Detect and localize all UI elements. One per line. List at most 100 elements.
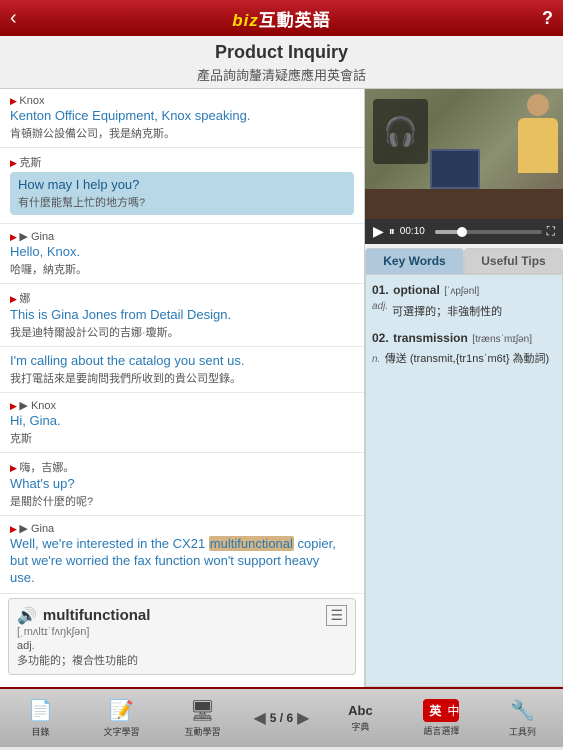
dialogue-item-3: ▶ Gina Hello, Knox. 哈囉，納克斯。 <box>0 224 364 284</box>
left-panel: Knox Kenton Office Equipment, Knox speak… <box>0 89 365 687</box>
kw-item-2: 02. transmission [trænsˈmɪʃən] n. 傳送 (tr… <box>372 329 556 367</box>
word-popup[interactable]: 🔊 multifunctional ☰ [ˌmʌltɪˈfʌŋkʃən] adj… <box>8 598 356 675</box>
nav-label-dict: 字典 <box>351 720 369 733</box>
zh-line: 有什麼能幫上忙的地方嗎? <box>18 194 346 210</box>
top-bar: ‹ biz互動英語 ? <box>0 0 563 36</box>
person-body <box>518 118 558 173</box>
nav-item-text-learning[interactable]: 📝 文字學習 <box>91 698 151 738</box>
dialogue-item-4: 娜 This is Gina Jones from Detail Design.… <box>0 284 364 347</box>
speaker-label: 克斯 <box>10 154 354 170</box>
bottom-nav: 📄 目錄 📝 文字學習 🖥 互動學習 ◀ 5 / 6 ▶ Abc 字典 英 中 … <box>0 687 563 747</box>
text-learning-icon: 📝 <box>109 698 134 723</box>
speaker-label: 嗨，吉娜。 <box>10 459 354 475</box>
fullscreen-button[interactable]: ⛶ <box>547 224 555 239</box>
page-counter: ◀ 5 / 6 ▶ <box>253 708 309 728</box>
kw-word[interactable]: transmission <box>393 331 468 345</box>
en-line[interactable]: I'm calling about the catalog you sent u… <box>10 353 354 368</box>
en-line[interactable]: How may I help you? <box>18 177 346 192</box>
tab-keywords[interactable]: Key Words <box>365 248 464 274</box>
dict-icon: Abc <box>348 703 373 718</box>
video-headset: 🎧 <box>373 99 428 164</box>
speaker-icon[interactable]: 🔊 <box>17 606 37 626</box>
speaker-label: Knox <box>10 95 354 107</box>
en-line[interactable]: This is Gina Jones from Detail Design. <box>10 307 354 322</box>
nav-label-contents: 目錄 <box>31 725 49 738</box>
back-button[interactable]: ‹ <box>10 7 17 30</box>
app-title: biz互動英語 <box>232 6 331 31</box>
video-monitor <box>430 149 480 189</box>
word-pos: adj. <box>17 640 347 652</box>
speaker-label: ▶ Knox <box>10 399 354 412</box>
kw-pos: adj. <box>372 301 388 319</box>
nav-item-tools[interactable]: 🔧 工具列 <box>492 698 552 738</box>
speaker-label: 娜 <box>10 290 354 306</box>
kw-phonetic: [ˈʌpʃənl] <box>444 286 479 297</box>
zh-line: 我打電話來是要詢問我們所收到的貴公司型錄。 <box>10 370 354 386</box>
nav-item-dict[interactable]: Abc 字典 <box>330 703 390 733</box>
nav-item-contents[interactable]: 📄 目錄 <box>10 698 70 738</box>
page-title-en: Product Inquiry <box>10 42 553 63</box>
contents-icon: 📄 <box>28 698 53 723</box>
play-button[interactable]: ▶ <box>373 223 384 240</box>
kw-item-1: 01. optional [ˈʌpʃənl] adj. 可選擇的；非強制性的 <box>372 281 556 319</box>
word-title: multifunctional <box>43 607 151 624</box>
highlight-box: How may I help you? 有什麼能幫上忙的地方嗎? <box>10 172 354 215</box>
page-next-button[interactable]: ▶ <box>297 708 309 728</box>
zh-line: 是關於什麼的呢? <box>10 493 354 509</box>
en-line[interactable]: What's up? <box>10 476 354 491</box>
en-line-cont: but we're worried the fax function won't… <box>10 553 354 568</box>
app-title-biz: biz <box>232 11 259 30</box>
pause-button[interactable]: ⏸ <box>389 224 395 239</box>
en-line-highlight[interactable]: Well, we're interested in the CX21 multi… <box>10 536 354 551</box>
word-popup-header: 🔊 multifunctional ☰ <box>17 605 347 626</box>
speaker-label: ▶ Gina <box>10 522 354 535</box>
en-line[interactable]: Hello, Knox. <box>10 244 354 259</box>
dialogue-item-5: I'm calling about the catalog you sent u… <box>0 347 364 393</box>
nav-label-lang: 語言選擇 <box>423 724 459 737</box>
tab-useful-tips[interactable]: Useful Tips <box>464 248 563 274</box>
video-controls: ▶ ⏸ 00:10 ⛶ <box>365 219 563 244</box>
help-button[interactable]: ? <box>542 8 553 29</box>
kw-phonetic: [trænsˈmɪʃən] <box>472 334 532 345</box>
headset-icon: 🎧 <box>383 115 418 148</box>
nav-item-language[interactable]: 英 中 語言選擇 <box>411 699 471 737</box>
zh-line: 我是迪特爾設計公司的吉娜·瓊斯。 <box>10 324 354 340</box>
dialogue-item-2: 克斯 How may I help you? 有什麼能幫上忙的地方嗎? <box>0 148 364 224</box>
lang-en[interactable]: 英 <box>423 699 447 722</box>
word-phonetic: [ˌmʌltɪˈfʌŋkʃən] <box>17 626 347 638</box>
kw-content: 01. optional [ˈʌpʃənl] adj. 可選擇的；非強制性的 0… <box>365 274 563 687</box>
interactive-icon: 🖥 <box>190 698 215 723</box>
speaker-label: ▶ Gina <box>10 230 354 243</box>
main-content: Knox Kenton Office Equipment, Knox speak… <box>0 89 563 687</box>
en-line[interactable]: Hi, Gina. <box>10 413 354 428</box>
zh-line: 肯頓辦公設備公司，我是納克斯。 <box>10 125 354 141</box>
nav-label-text: 文字學習 <box>103 725 139 738</box>
page-current: 5 / 6 <box>270 711 293 725</box>
kw-pos: n. <box>372 354 380 365</box>
highlighted-word[interactable]: multifunctional <box>209 536 294 551</box>
kw-word[interactable]: optional <box>393 283 440 297</box>
right-panel: 🎧 ▶ ⏸ 00:10 ⛶ <box>365 89 563 687</box>
page-title-zh: 產品詢詢釐清疑應應用英會話 <box>10 65 553 84</box>
video-scene: 🎧 <box>365 89 563 219</box>
time-display: 00:10 <box>400 226 430 237</box>
dialogue-item-1: Knox Kenton Office Equipment, Knox speak… <box>0 89 364 148</box>
video-area: 🎧 <box>365 89 563 219</box>
page-prev-button[interactable]: ◀ <box>253 708 265 728</box>
dialogue-item-8: ▶ Gina Well, we're interested in the CX2… <box>0 516 364 594</box>
tools-icon: 🔧 <box>510 698 535 723</box>
nav-label-interactive: 互動學習 <box>184 725 220 738</box>
progress-bar[interactable] <box>435 230 542 234</box>
page-title-area: Product Inquiry 產品詢詢釐清疑應應用英會話 <box>0 36 563 89</box>
en-line-cont2: use. <box>10 570 354 585</box>
en-line[interactable]: Kenton Office Equipment, Knox speaking. <box>10 108 354 123</box>
kw-tabs: Key Words Useful Tips <box>365 248 563 274</box>
nav-item-interactive[interactable]: 🖥 互動學習 <box>172 698 232 738</box>
kw-number: 01. <box>372 283 389 297</box>
dialogue-item-6: ▶ Knox Hi, Gina. 克斯 <box>0 393 364 453</box>
person-head <box>527 94 549 116</box>
zh-line: 哈囉，納克斯。 <box>10 261 354 277</box>
dialogue-item-7: 嗨，吉娜。 What's up? 是關於什麼的呢? <box>0 453 364 516</box>
lang-toggle[interactable]: 英 中 <box>423 699 459 722</box>
word-list-icon[interactable]: ☰ <box>326 605 347 626</box>
